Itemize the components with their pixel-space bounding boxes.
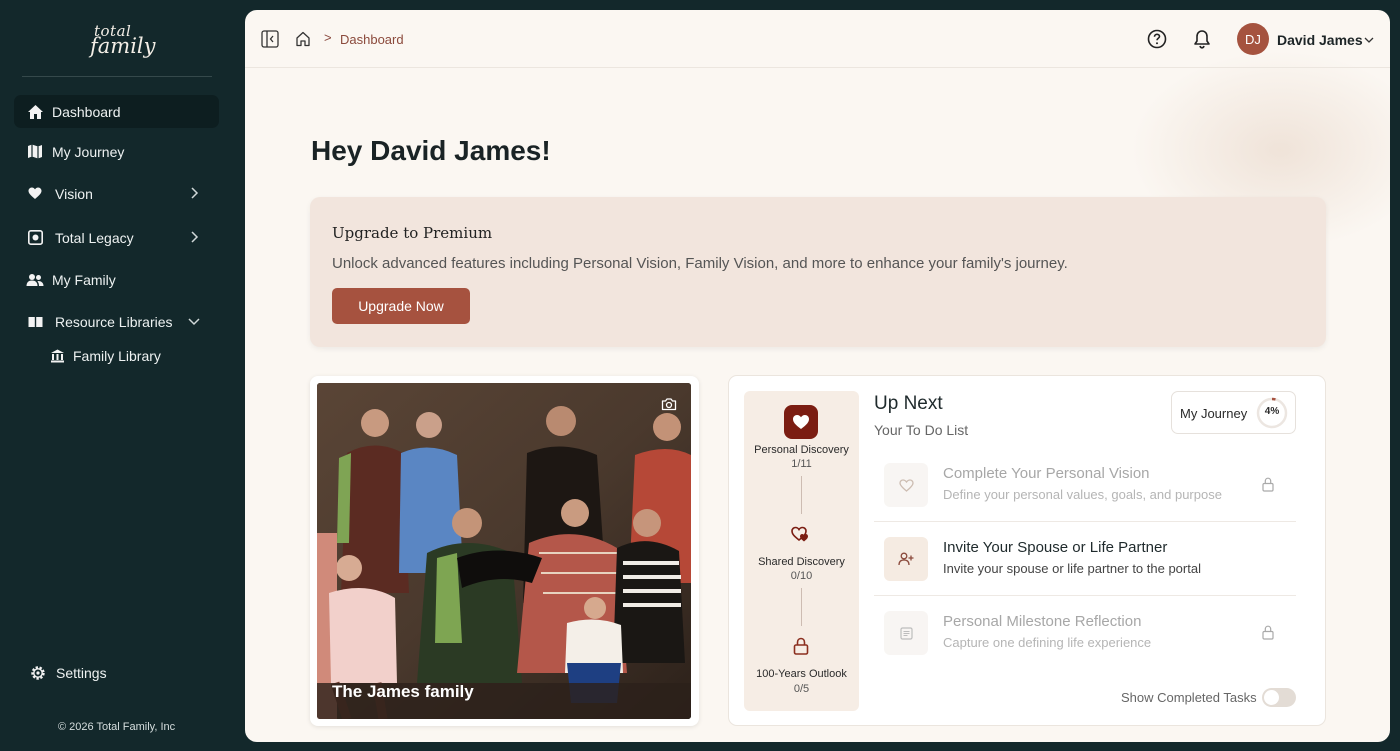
copyright-text: © 2026 Total Family, Inc [58,721,176,733]
sidebar-item-settings[interactable]: Settings [30,665,107,681]
sidebar-item-vision[interactable]: Vision [14,177,219,210]
journey-percent: 4% [1264,406,1280,417]
show-completed-label: Show Completed Tasks [1121,690,1257,705]
bell-icon[interactable] [1193,29,1211,49]
hearts-icon[interactable] [791,525,811,543]
upgrade-now-button[interactable]: Upgrade Now [332,288,470,324]
chevron-down-icon[interactable] [1363,34,1375,46]
lock-icon [793,637,809,655]
page-greeting: Hey David James! [311,135,551,166]
step-count: 0/10 [790,570,813,582]
photo-caption: The James family [332,682,474,701]
task-item[interactable]: Personal Milestone Reflection Capture on… [874,596,1296,670]
home-icon[interactable] [295,31,311,47]
task-title: Invite Your Spouse or Life Partner [943,539,1168,556]
journey-stepper: Personal Discovery 1/11 Shared Discovery… [744,391,859,711]
avatar[interactable]: DJ [1237,23,1269,55]
premium-description: Unlock advanced features including Perso… [332,255,1068,272]
gear-icon [31,666,45,680]
sidebar-divider [22,76,212,77]
camera-icon[interactable] [661,397,677,411]
sidebar-item-dashboard[interactable]: Dashboard [14,95,219,128]
chevron-right-icon [191,187,199,199]
task-title: Complete Your Personal Vision [943,465,1150,482]
sidebar-item-family-library[interactable]: Family Library [50,348,161,364]
lock-icon [1262,625,1274,640]
task-description: Capture one defining life experience [943,635,1152,650]
sidebar-item-resource-libraries[interactable]: Resource Libraries [14,305,219,338]
up-next-title: Up Next [874,393,943,414]
sidebar-item-my-family[interactable]: My Family [14,263,219,296]
up-next-subtitle: Your To Do List [874,422,969,438]
chevron-down-icon [188,318,200,326]
my-journey-progress-button[interactable]: My Journey 4% [1171,391,1296,434]
users-icon [26,271,44,289]
show-completed-toggle[interactable] [1262,688,1296,707]
family-photo-card: The James family [310,376,699,726]
document-icon [884,611,928,655]
sidebar-item-my-journey[interactable]: My Journey [14,135,219,168]
heart-icon[interactable] [784,405,818,439]
breadcrumb-separator: > [324,30,332,45]
upgrade-premium-card: Upgrade to Premium Unlock advanced featu… [310,197,1326,347]
heart-icon [884,463,928,507]
help-icon[interactable] [1147,29,1167,49]
task-item[interactable]: Complete Your Personal Vision Define you… [874,448,1296,522]
toggle-knob [1264,690,1279,705]
heart-icon [26,185,44,203]
book-icon [26,313,44,331]
user-name[interactable]: David James [1277,32,1363,48]
sidebar-item-total-legacy[interactable]: Total Legacy [14,221,219,254]
step-connector [801,476,802,514]
top-bar: > Dashboard DJ David James [245,10,1390,68]
main-panel: > Dashboard DJ David James Hey David Jam… [245,10,1390,742]
collapse-sidebar-icon[interactable] [261,30,279,48]
family-photo-image [317,383,691,719]
task-description: Define your personal values, goals, and … [943,487,1222,502]
user-plus-icon [884,537,928,581]
step-count: 0/5 [793,683,810,695]
sidebar: total family Dashboard My Journey Vision… [0,0,240,751]
step-label: Personal Discovery [754,444,849,456]
total-family-logo[interactable]: total family [86,22,156,58]
step-connector [801,588,802,626]
task-description: Invite your spouse or life partner to th… [943,561,1201,576]
up-next-card: Personal Discovery 1/11 Shared Discovery… [728,375,1326,726]
task-title: Personal Milestone Reflection [943,613,1142,630]
home-icon [26,103,44,121]
step-label: Shared Discovery [758,556,845,568]
premium-title: Upgrade to Premium [332,224,493,242]
library-icon [51,349,64,363]
step-count: 1/11 [791,458,812,470]
chevron-right-icon [191,231,199,243]
task-item[interactable]: Invite Your Spouse or Life Partner Invit… [874,522,1296,596]
journey-label: My Journey [1180,406,1248,421]
step-label: 100-Years Outlook [756,668,847,680]
map-icon [26,143,44,161]
vault-icon [26,229,44,247]
breadcrumb-current[interactable]: Dashboard [340,32,404,47]
lock-icon [1262,477,1274,492]
family-photo[interactable]: The James family [317,383,691,719]
